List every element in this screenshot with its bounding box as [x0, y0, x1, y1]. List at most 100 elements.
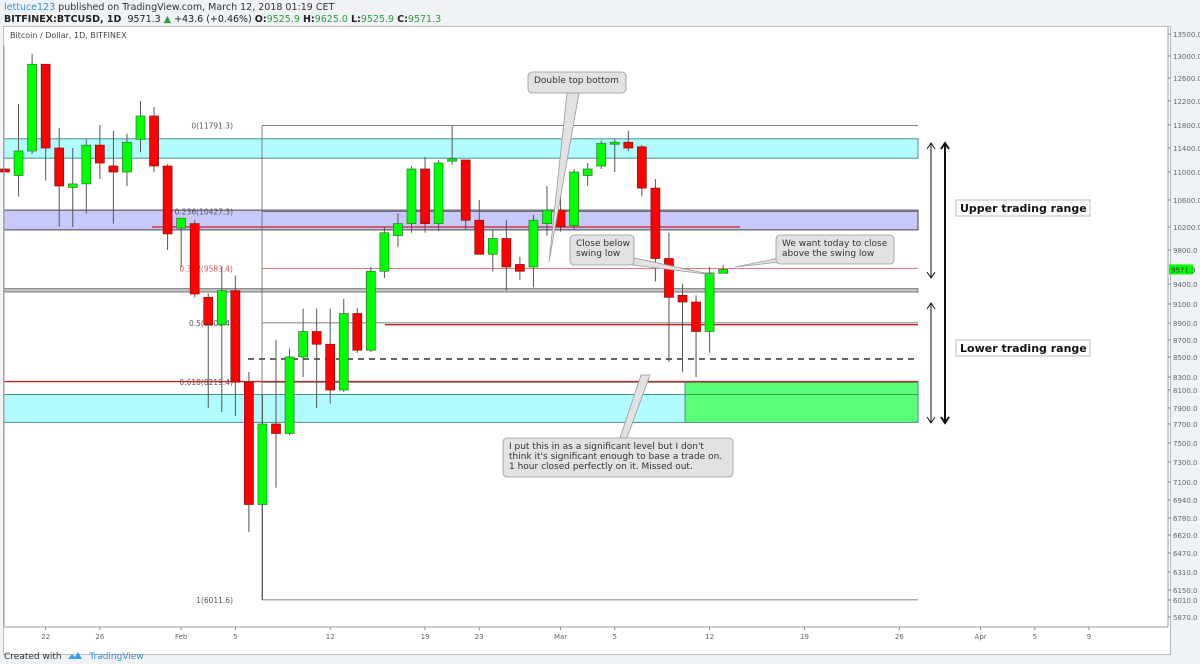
candle-body — [122, 141, 132, 173]
callout-close-below: Close belowswing low — [569, 234, 715, 276]
candle-body — [284, 356, 295, 434]
candle — [203, 293, 214, 408]
candle — [176, 217, 186, 267]
callout-want-close-text: We want today to close — [782, 239, 888, 249]
candle — [338, 298, 349, 392]
x-tick-label: 9 — [1087, 633, 1091, 641]
candle — [162, 164, 173, 250]
x-tick-label: 5 — [1033, 633, 1037, 641]
candle — [406, 166, 417, 233]
y-tick-label: 8300.0 — [1173, 374, 1198, 382]
lower-range-arrow — [926, 302, 936, 424]
candle-body — [691, 301, 701, 332]
x-tick-label: 19 — [800, 633, 809, 641]
candle-body — [582, 168, 593, 176]
candle — [189, 220, 200, 298]
y-tick-label: 11800.0 — [1173, 122, 1200, 130]
candle-body — [108, 165, 119, 173]
callout-double-top-text: Double top bottom — [534, 76, 619, 86]
candle-body — [67, 183, 78, 188]
callout-want-close: We want today to closeabove the swing lo… — [734, 234, 895, 268]
candle — [81, 139, 92, 214]
candle-body — [609, 141, 620, 145]
y-tick-label: 7900.0 — [1173, 405, 1198, 413]
cyan-lower-zone — [3, 394, 686, 423]
candle-body — [406, 168, 417, 224]
chart-title: Bitcoin / Dollar, 1D, BITFINEX — [10, 31, 127, 40]
x-tick-label: Mar — [554, 633, 567, 641]
candle — [352, 307, 363, 353]
candle-body — [515, 264, 525, 272]
fib-label: 0.618(8219.4) — [179, 378, 233, 387]
candle — [704, 267, 715, 353]
candle-body — [393, 223, 403, 236]
y-tick-label: 10600.0 — [1173, 197, 1200, 205]
y-tick-label: 8900.0 — [1173, 320, 1198, 328]
candle-body — [27, 63, 37, 152]
x-tick-label: 19 — [421, 633, 430, 641]
candle-body — [501, 238, 512, 268]
candle-body — [704, 272, 715, 332]
current-price-label: 9571.3 — [1171, 266, 1196, 274]
tradingview-link[interactable]: TradingView — [89, 652, 143, 662]
candle — [94, 125, 105, 179]
candle-body — [338, 313, 349, 391]
candle-body — [176, 217, 186, 229]
x-tick-label: 5 — [613, 633, 617, 641]
label-upper-range-text: Upper trading range — [960, 202, 1087, 215]
y-tick-label: 12600.0 — [1173, 75, 1200, 83]
candle-body — [447, 158, 457, 162]
y-tick-label: 6940.0 — [1173, 497, 1198, 505]
candle-body — [216, 290, 227, 326]
candle-body — [13, 150, 24, 176]
callout-close-below-text: swing low — [576, 249, 620, 259]
candle-body — [366, 270, 376, 351]
y-tick-label: 5870.0 — [1173, 614, 1198, 622]
candle-body — [569, 171, 579, 227]
candles-layer — [0, 53, 729, 600]
footer: Created with TradingView — [4, 650, 144, 662]
candle-body — [636, 146, 647, 189]
y-tick-label: 9100.0 — [1173, 301, 1198, 309]
green-target-zone — [684, 381, 919, 423]
candle — [244, 372, 254, 532]
fib-label: 0.236(10427.3) — [175, 208, 233, 217]
candle-body — [135, 115, 146, 140]
full-range-arrow — [940, 141, 950, 425]
candle — [691, 295, 701, 377]
candle — [284, 348, 295, 436]
candle-body — [596, 143, 607, 167]
callout-significant-level-text: 1 hour closed perfectly on it. Missed ou… — [509, 462, 693, 472]
fib-label: 0.382(9583.4) — [179, 264, 233, 273]
candle — [460, 159, 471, 230]
label-lower-range: Lower trading range — [955, 339, 1091, 357]
y-tick-label: 8100.0 — [1173, 387, 1198, 395]
axis-layer: 13500.0 13000.0 12600.0 12200.0 11800.0 11400… — [3, 27, 1200, 641]
candle — [501, 220, 512, 291]
candle-body — [474, 219, 485, 255]
candle — [528, 214, 539, 288]
candle-body — [528, 219, 539, 268]
y-tick-label: 6620.0 — [1173, 532, 1198, 540]
fib-label: 0(11791.3) — [191, 122, 233, 131]
candle — [664, 232, 674, 362]
candle-body — [433, 162, 444, 224]
y-tick-label: 7700.0 — [1173, 421, 1198, 429]
x-tick-label: 26 — [95, 633, 104, 641]
candle-body — [54, 147, 65, 187]
y-tick-label: 9400.0 — [1173, 281, 1198, 289]
x-tick-label: Apr — [975, 633, 987, 641]
label-upper-range: Upper trading range — [955, 199, 1091, 217]
y-tick-label: 10200.0 — [1173, 224, 1200, 232]
y-tick-label: 7100.0 — [1173, 479, 1198, 487]
y-tick-label: 6780.0 — [1173, 515, 1198, 523]
upper-range-arrow — [926, 142, 936, 279]
candle-body — [664, 258, 674, 298]
candle-body — [542, 209, 552, 224]
callout-want-close-pointer — [734, 257, 781, 268]
y-tick-label: 6470.0 — [1173, 550, 1198, 558]
candle-body — [718, 269, 729, 274]
callout-close-below-text: Close below — [576, 239, 630, 249]
y-tick-label: 6310.0 — [1173, 569, 1198, 577]
price-chart[interactable]: 0(11791.3)0.236(10427.3)0.382(9583.4)0.5… — [0, 0, 1200, 664]
